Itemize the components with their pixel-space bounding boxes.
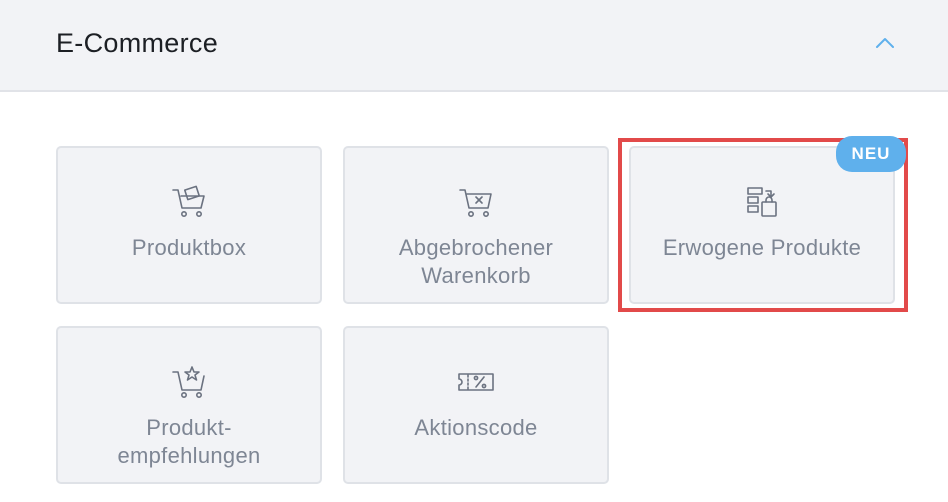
section-title: E-Commerce — [56, 28, 219, 58]
tile-label-line2: Warenkorb — [421, 263, 531, 288]
cart-x-icon — [459, 189, 492, 217]
tile-label-line1: Produkt- — [146, 415, 232, 440]
tile-label: Produktbox — [131, 235, 247, 260]
chevron-up-icon[interactable] — [870, 28, 900, 58]
tile-label: Erwogene Produkte — [662, 235, 862, 260]
tile-produktempfehlungen[interactable]: Produkt- empfehlungen — [56, 326, 322, 484]
tile-abgebrochener-warenkorb[interactable]: Abgebrochener Warenkorb — [343, 146, 609, 304]
cart-star-icon — [172, 366, 205, 398]
tile-label-line2: empfehlungen — [117, 443, 261, 468]
tile-label: Aktionscode — [414, 415, 538, 440]
new-badge: NEU — [836, 136, 906, 172]
tile-aktionscode[interactable]: Aktionscode — [343, 326, 609, 484]
tile-label-line1: Abgebrochener — [398, 235, 554, 260]
considered-products-icon — [747, 187, 777, 217]
coupon-percent-icon — [458, 373, 494, 391]
tile-produktbox[interactable]: Produktbox — [56, 146, 322, 304]
section-header[interactable]: E-Commerce — [0, 0, 948, 92]
cart-box-icon — [172, 185, 205, 217]
